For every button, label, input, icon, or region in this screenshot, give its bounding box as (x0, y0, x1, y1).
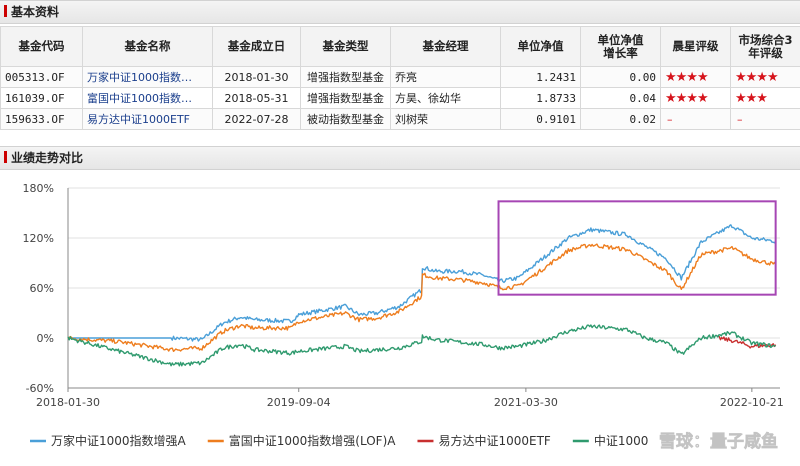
table-cell: 1.2431 (500, 66, 581, 88)
x-tick-label: 2018-01-30 (36, 396, 100, 409)
table-row[interactable]: 005313.OF 万家中证1000指数… 2018-01-30 增强指数型基金 乔亮 1… (0, 66, 800, 88)
fund-name-link[interactable]: 富国中证1000指数… (82, 87, 213, 109)
table-cell: 刘树荣 (390, 108, 501, 130)
column-header[interactable]: 市场综合3 年评级 (730, 26, 800, 67)
y-tick-label: 180% (23, 182, 54, 195)
table-row[interactable]: 159633.OF 易方达中证1000ETF 2022-07-28 被动指数型基金 刘树… (0, 108, 800, 130)
table-cell: 005313.OF (0, 66, 83, 88)
table-cell: ★★★★ (730, 66, 800, 88)
series-line[interactable] (67, 324, 776, 367)
highlight-box (497, 200, 777, 296)
y-tick-label: 0% (37, 332, 54, 345)
y-tick-label: -60% (26, 382, 54, 395)
legend-item[interactable]: 中证1000 (594, 433, 649, 448)
legend-item[interactable]: 万家中证1000指数增强A (51, 433, 187, 448)
column-header[interactable]: 单位净值 增长率 (580, 26, 661, 67)
table-cell: ★★★★ (660, 87, 731, 109)
performance-title: 业绩走势对比 (11, 151, 84, 165)
table-cell: 0.9101 (500, 108, 581, 130)
performance-chart-svg[interactable]: 180% 120% 60% 0% -60%2018-01-30 2019-09-04 202… (0, 170, 800, 466)
table-cell: 增强指数型基金 (300, 87, 391, 109)
column-header[interactable]: 基金成立日 (212, 26, 301, 67)
performance-chart[interactable]: 180% 120% 60% 0% -60% 2018-01-30 2019-09-04 202… (0, 170, 800, 466)
x-tick-label: 2022-10-21 (720, 396, 784, 409)
x-tick-label: 2021-03-30 (494, 396, 558, 409)
table-cell: – (730, 108, 800, 130)
table-cell: 0.02 (580, 108, 661, 130)
y-tick-label: 120% (23, 232, 54, 245)
performance-header: 业绩走势对比 (0, 146, 800, 170)
basic-info-header: 基本资料 (0, 0, 800, 24)
fund-name-link[interactable]: 易方达中证1000ETF (82, 108, 213, 130)
basic-info-title: 基本资料 (11, 5, 60, 19)
table-cell: 0.04 (580, 87, 661, 109)
table-header-row: 基金代码 基金名称 基金成立日 基金类型 基金经理 单位净值 单位净值 增长率 晨星评级 市场综合… (0, 26, 800, 67)
table-cell: 161039.OF (0, 87, 83, 109)
table-cell: 方昊、徐幼华 (390, 87, 501, 109)
column-header[interactable]: 基金类型 (300, 26, 391, 67)
legend-item[interactable]: 易方达中证1000ETF (438, 433, 550, 448)
column-header[interactable]: 基金代码 (0, 26, 83, 67)
x-tick-label: 2019-09-04 (267, 396, 331, 409)
watermark-text: 雪球：量子咸鱼 (659, 431, 778, 452)
table-cell: 被动指数型基金 (300, 108, 391, 130)
table-cell: 2022-07-28 (212, 108, 301, 130)
table-row[interactable]: 161039.OF 富国中证1000指数… 2018-05-31 增强指数型基金 方昊、… (0, 87, 800, 109)
table-cell: 乔亮 (390, 66, 501, 88)
fund-name-link[interactable]: 万家中证1000指数… (82, 66, 213, 88)
table-cell: 增强指数型基金 (300, 66, 391, 88)
column-header[interactable]: 基金名称 (82, 26, 213, 67)
table-cell: 1.8733 (500, 87, 581, 109)
column-header[interactable]: 晨星评级 (660, 26, 731, 67)
legend-item[interactable]: 富国中证1000指数增强(LOF)A (229, 433, 397, 448)
section-marker (4, 151, 7, 163)
table-cell: 2018-05-31 (212, 87, 301, 109)
fund-info-table: 基金代码 基金名称 基金成立日 基金类型 基金经理 单位净值 单位净值 增长率 晨星评级 市场综合… (0, 26, 800, 130)
table-body: 005313.OF 万家中证1000指数… 2018-01-30 增强指数型基金 乔亮 1… (0, 66, 800, 130)
table-cell: – (660, 108, 731, 130)
column-header[interactable]: 单位净值 (500, 26, 581, 67)
table-cell: 0.00 (580, 66, 661, 88)
y-tick-label: 60% (30, 282, 54, 295)
table-cell: ★★★★ (660, 66, 731, 88)
table-cell: 2018-01-30 (212, 66, 301, 88)
table-cell: 159633.OF (0, 108, 83, 130)
section-marker (4, 5, 7, 17)
column-header[interactable]: 基金经理 (390, 26, 501, 67)
table-cell: ★★★ (730, 87, 800, 109)
